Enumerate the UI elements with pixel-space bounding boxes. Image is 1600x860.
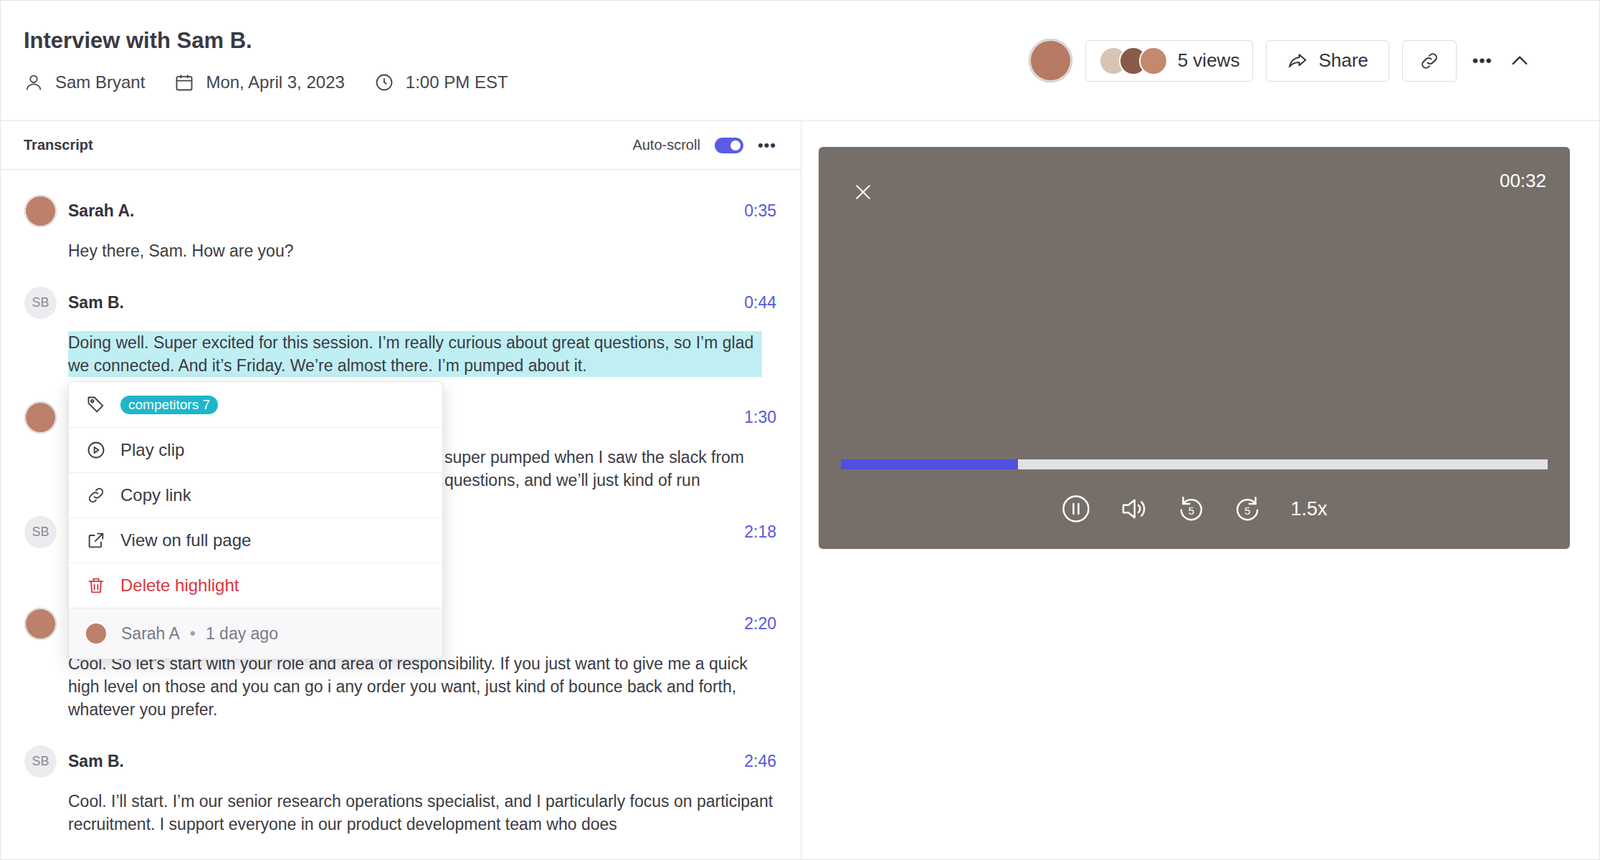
timestamp[interactable]: 2:20: [744, 614, 777, 634]
date-text: Mon, April 3, 2023: [205, 70, 345, 95]
time: 1:00 PM EST: [374, 70, 509, 95]
tag-chip[interactable]: competitors 7: [120, 395, 218, 415]
speaker-avatar: [24, 401, 57, 434]
more-button[interactable]: •••: [1469, 50, 1496, 71]
auto-scroll-label: Auto-scroll: [632, 136, 700, 154]
progress-bar[interactable]: [840, 459, 1548, 470]
views-count: 5 views: [1177, 49, 1241, 72]
transcript-title: Transcript: [23, 136, 94, 154]
header-info: Interview with Sam B. Sam Bryant Mon, Apri…: [23, 27, 509, 95]
interview-page: Interview with Sam B. Sam Bryant Mon, Apri…: [0, 0, 1600, 860]
share-label: Share: [1318, 49, 1368, 72]
toggle-knob: [730, 140, 741, 151]
menu-item-label: View on full page: [120, 529, 251, 552]
speaker-avatar: SB: [24, 516, 57, 549]
entry-header: SB Sam B. 2:46: [24, 745, 777, 778]
trash-icon: [86, 575, 107, 596]
highlight-age: 1 day ago: [205, 622, 279, 645]
transcript-more-button[interactable]: •••: [757, 136, 777, 155]
time-text: 1:00 PM EST: [405, 70, 509, 95]
timestamp[interactable]: 2:46: [744, 751, 777, 772]
menu-item-label: Play clip: [120, 439, 185, 461]
entry-header: SB Sam B. 0:44: [24, 286, 777, 319]
page-title: Interview with Sam B.: [23, 27, 509, 55]
external-link-icon: [86, 530, 107, 551]
svg-text:5: 5: [1244, 505, 1251, 517]
timestamp[interactable]: 0:44: [744, 293, 777, 313]
share-icon: [1286, 50, 1309, 72]
svg-text:5: 5: [1188, 505, 1195, 517]
author-avatar: [86, 623, 107, 644]
video-player[interactable]: 00:32 5 5 1.5x: [818, 146, 1570, 550]
copy-link-button[interactable]: [1402, 40, 1457, 82]
skip-forward-icon[interactable]: 5: [1232, 493, 1264, 525]
chevron-up-icon[interactable]: [1508, 49, 1532, 73]
viewer-avatars: [1098, 46, 1168, 76]
tag-row[interactable]: competitors 7: [68, 382, 443, 428]
menu-item[interactable]: View on full page: [68, 517, 443, 563]
speaker-avatar: [24, 607, 57, 641]
speaker-name: Sam B.: [68, 293, 125, 313]
menu-item[interactable]: Delete highlight: [68, 562, 443, 608]
speaker-avatar: SB: [24, 286, 57, 319]
message-text[interactable]: Cool. I’ll start. I’m our senior researc…: [68, 789, 777, 836]
pause-icon[interactable]: [1060, 493, 1092, 525]
playback-speed[interactable]: 1.5x: [1290, 498, 1327, 521]
menu-item[interactable]: Play clip: [68, 427, 443, 473]
timestamp[interactable]: 1:30: [744, 407, 777, 428]
timestamp[interactable]: 2:18: [744, 522, 777, 542]
transcript-entry: SB Sam B. 0:44 Doing well. Super excited fo…: [24, 286, 777, 402]
menu-item[interactable]: Copy link: [68, 472, 443, 518]
volume-icon[interactable]: [1118, 493, 1149, 525]
link-icon: [86, 485, 107, 506]
message-text[interactable]: Cool. So let’s start with your role and …: [68, 652, 777, 722]
transcript-list: Sarah A. 0:35 Hey there, Sam. How are you?…: [0, 169, 801, 860]
skip-back-icon[interactable]: 5: [1175, 493, 1206, 525]
video-controls: 5 5 1.5x: [818, 493, 1570, 525]
page-header: Interview with Sam B. Sam Bryant Mon, Apri…: [0, 0, 1600, 122]
content: Transcript Auto-scroll ••• Sarah A. 0:35 Hey …: [0, 121, 1600, 860]
clock-icon: [374, 72, 395, 93]
person-icon: [23, 72, 44, 93]
transcript-panel: Transcript Auto-scroll ••• Sarah A. 0:35 Hey …: [0, 121, 802, 860]
progress-fill: [840, 459, 1018, 470]
menu-item-label: Delete highlight: [120, 574, 239, 597]
video-time: 00:32: [1499, 169, 1547, 193]
share-button[interactable]: Share: [1265, 40, 1389, 82]
transcript-entry: SB Sam B. 2:46 Cool. I’ll start. I’m our se…: [24, 745, 777, 860]
header-actions: 5 views Share •••: [1028, 38, 1532, 83]
calendar-icon: [174, 72, 195, 93]
transcript-entry: Sarah A. 0:35 Hey there, Sam. How are you?: [24, 194, 777, 287]
transcript-tools: Auto-scroll •••: [632, 136, 777, 155]
views-button[interactable]: 5 views: [1085, 40, 1254, 82]
speaker-name: Sam B.: [68, 751, 125, 772]
entry-header: Sarah A. 0:35: [24, 194, 777, 228]
speaker-name: Sarah A.: [68, 201, 135, 221]
speaker-avatar: SB: [24, 745, 57, 778]
tag-icon: [86, 394, 107, 416]
speaker-avatar: [24, 194, 57, 228]
timestamp[interactable]: 0:35: [744, 201, 777, 221]
participant-name: Sam Bryant: [55, 70, 145, 95]
close-icon[interactable]: [852, 181, 874, 203]
transcript-header: Transcript Auto-scroll •••: [0, 121, 801, 170]
separator: •: [189, 622, 196, 645]
highlight-author: Sarah A • 1 day ago: [68, 607, 443, 659]
link-icon: [1418, 50, 1441, 72]
author-name: Sarah A: [121, 622, 180, 645]
auto-scroll-toggle[interactable]: [714, 137, 744, 154]
user-avatar[interactable]: [1028, 38, 1073, 83]
play-clip-icon: [86, 440, 107, 461]
message-text[interactable]: Doing well. Super excited for this sessi…: [68, 331, 763, 378]
date: Mon, April 3, 2023: [174, 70, 345, 95]
menu-item-label: Copy link: [120, 484, 192, 507]
video-panel: 00:32 5 5 1.5x: [801, 121, 1600, 860]
message-text[interactable]: Hey there, Sam. How are you?: [68, 239, 777, 263]
viewer-avatar: [1139, 46, 1168, 76]
participant: Sam Bryant: [23, 70, 145, 95]
highlight-menu: competitors 7 Play clip Copy link View on f…: [68, 381, 444, 660]
meta-row: Sam Bryant Mon, April 3, 2023 1:00 PM EST: [23, 70, 509, 95]
